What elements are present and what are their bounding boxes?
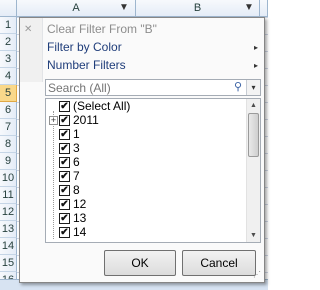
clear-filter-label: Clear Filter From "B" <box>47 22 157 36</box>
scroll-down-icon[interactable]: ▼ <box>247 229 260 242</box>
submenu-arrow-icon: ▸ <box>253 61 258 70</box>
clear-filter-menu-item[interactable]: ✕ Clear Filter From "B" <box>20 20 264 39</box>
checkbox[interactable]: ✔ <box>59 171 70 182</box>
checkbox[interactable]: ✔ <box>59 213 70 224</box>
scroll-up-icon[interactable]: ▲ <box>247 99 260 112</box>
checkbox[interactable]: ✔ <box>59 143 70 154</box>
row-header[interactable]: 3 <box>0 51 17 68</box>
filter-funnel-icon[interactable]: ▼ <box>117 1 131 15</box>
select-all-corner[interactable] <box>0 0 17 17</box>
row-header[interactable]: 14 <box>0 238 17 255</box>
checkbox[interactable]: ✔ <box>59 115 70 126</box>
list-item-label: 6 <box>73 155 80 169</box>
row-header[interactable]: 12 <box>0 204 17 221</box>
search-box[interactable]: ⚲ ▾ <box>45 79 261 96</box>
list-item[interactable]: ✔ 8 <box>46 184 246 197</box>
column-label-a: A <box>72 2 80 14</box>
row-header[interactable]: 1 <box>0 17 17 34</box>
autofilter-dropdown: ✕ Clear Filter From "B" Filter by Color … <box>19 17 265 283</box>
filter-funnel-icon[interactable]: ▼ <box>242 1 256 15</box>
list-item-label: 12 <box>73 197 87 211</box>
row-header[interactable]: 11 <box>0 187 17 204</box>
search-input[interactable] <box>48 80 228 95</box>
column-header-b[interactable]: B ▼ <box>136 0 260 17</box>
list-item[interactable]: ✔ 6 <box>46 156 246 169</box>
row-header[interactable]: 6 <box>0 102 17 119</box>
list-item-label: 3 <box>73 141 80 155</box>
list-item[interactable]: ✔ (Select All) <box>46 100 246 113</box>
magnifier-icon[interactable]: ⚲ <box>231 80 245 95</box>
list-item-label: 14 <box>73 225 87 239</box>
row-header[interactable]: 4 <box>0 68 17 85</box>
list-item-label: 8 <box>73 183 80 197</box>
list-item[interactable]: + ✔ 2011 <box>46 114 246 127</box>
row-header[interactable]: 15 <box>0 255 17 272</box>
clear-filter-icon: ✕ <box>24 24 33 35</box>
expand-plus-icon[interactable]: + <box>49 116 58 125</box>
list-item[interactable]: ✔ 13 <box>46 212 246 225</box>
list-item-label: 7 <box>73 169 80 183</box>
filter-by-color-menu-item[interactable]: Filter by Color ▸ <box>20 38 264 57</box>
row-header[interactable]: 7 <box>0 119 17 136</box>
row-header[interactable]: 10 <box>0 170 17 187</box>
list-item[interactable]: ✔ 12 <box>46 198 246 211</box>
filter-values-list: ✔ (Select All) + ✔ 2011 ✔ 1 ✔ 3 ✔ 6 ✔ 7 ✔ 8 ✔ 12 ✔ 13 ✔ 14 ▲… <box>45 98 261 243</box>
list-item[interactable]: ✔ 7 <box>46 170 246 183</box>
row-header[interactable]: 8 <box>0 136 17 153</box>
number-filters-menu-item[interactable]: Number Filters ▸ <box>20 56 264 75</box>
search-dropdown-button[interactable]: ▾ <box>246 80 260 95</box>
list-item[interactable]: ✔ 3 <box>46 142 246 155</box>
ok-button[interactable]: OK <box>104 250 176 276</box>
column-header-a[interactable]: A ▼ <box>17 0 136 17</box>
list-item-label: 2011 <box>73 113 99 127</box>
submenu-arrow-icon: ▸ <box>253 43 258 52</box>
list-item-label: (Select All) <box>73 99 131 113</box>
row-header[interactable]: 2 <box>0 34 17 51</box>
row-header[interactable]: 9 <box>0 153 17 170</box>
list-vertical-scrollbar[interactable]: ▲ ▼ <box>246 99 260 242</box>
resize-grip-icon[interactable]: ⋰ <box>252 270 262 280</box>
row-header[interactable]: 13 <box>0 221 17 238</box>
list-item[interactable]: ✔ 1 <box>46 128 246 141</box>
checkbox[interactable]: ✔ <box>59 199 70 210</box>
cancel-button[interactable]: Cancel <box>182 250 256 276</box>
checkbox[interactable]: ✔ <box>59 101 70 112</box>
list-item-label: 13 <box>73 211 87 225</box>
filter-by-color-label: Filter by Color <box>47 40 122 54</box>
checkbox[interactable]: ✔ <box>59 185 70 196</box>
checkbox[interactable]: ✔ <box>59 157 70 168</box>
number-filters-label: Number Filters <box>47 58 126 72</box>
checkbox[interactable]: ✔ <box>59 129 70 140</box>
column-label-b: B <box>193 2 202 14</box>
list-item-label: 1 <box>73 127 80 141</box>
checkbox[interactable]: ✔ <box>59 227 70 238</box>
row-header[interactable]: 5 <box>0 85 17 102</box>
column-header-c[interactable] <box>260 0 268 17</box>
list-item[interactable]: ✔ 14 <box>46 226 246 239</box>
scroll-thumb[interactable] <box>248 113 259 157</box>
